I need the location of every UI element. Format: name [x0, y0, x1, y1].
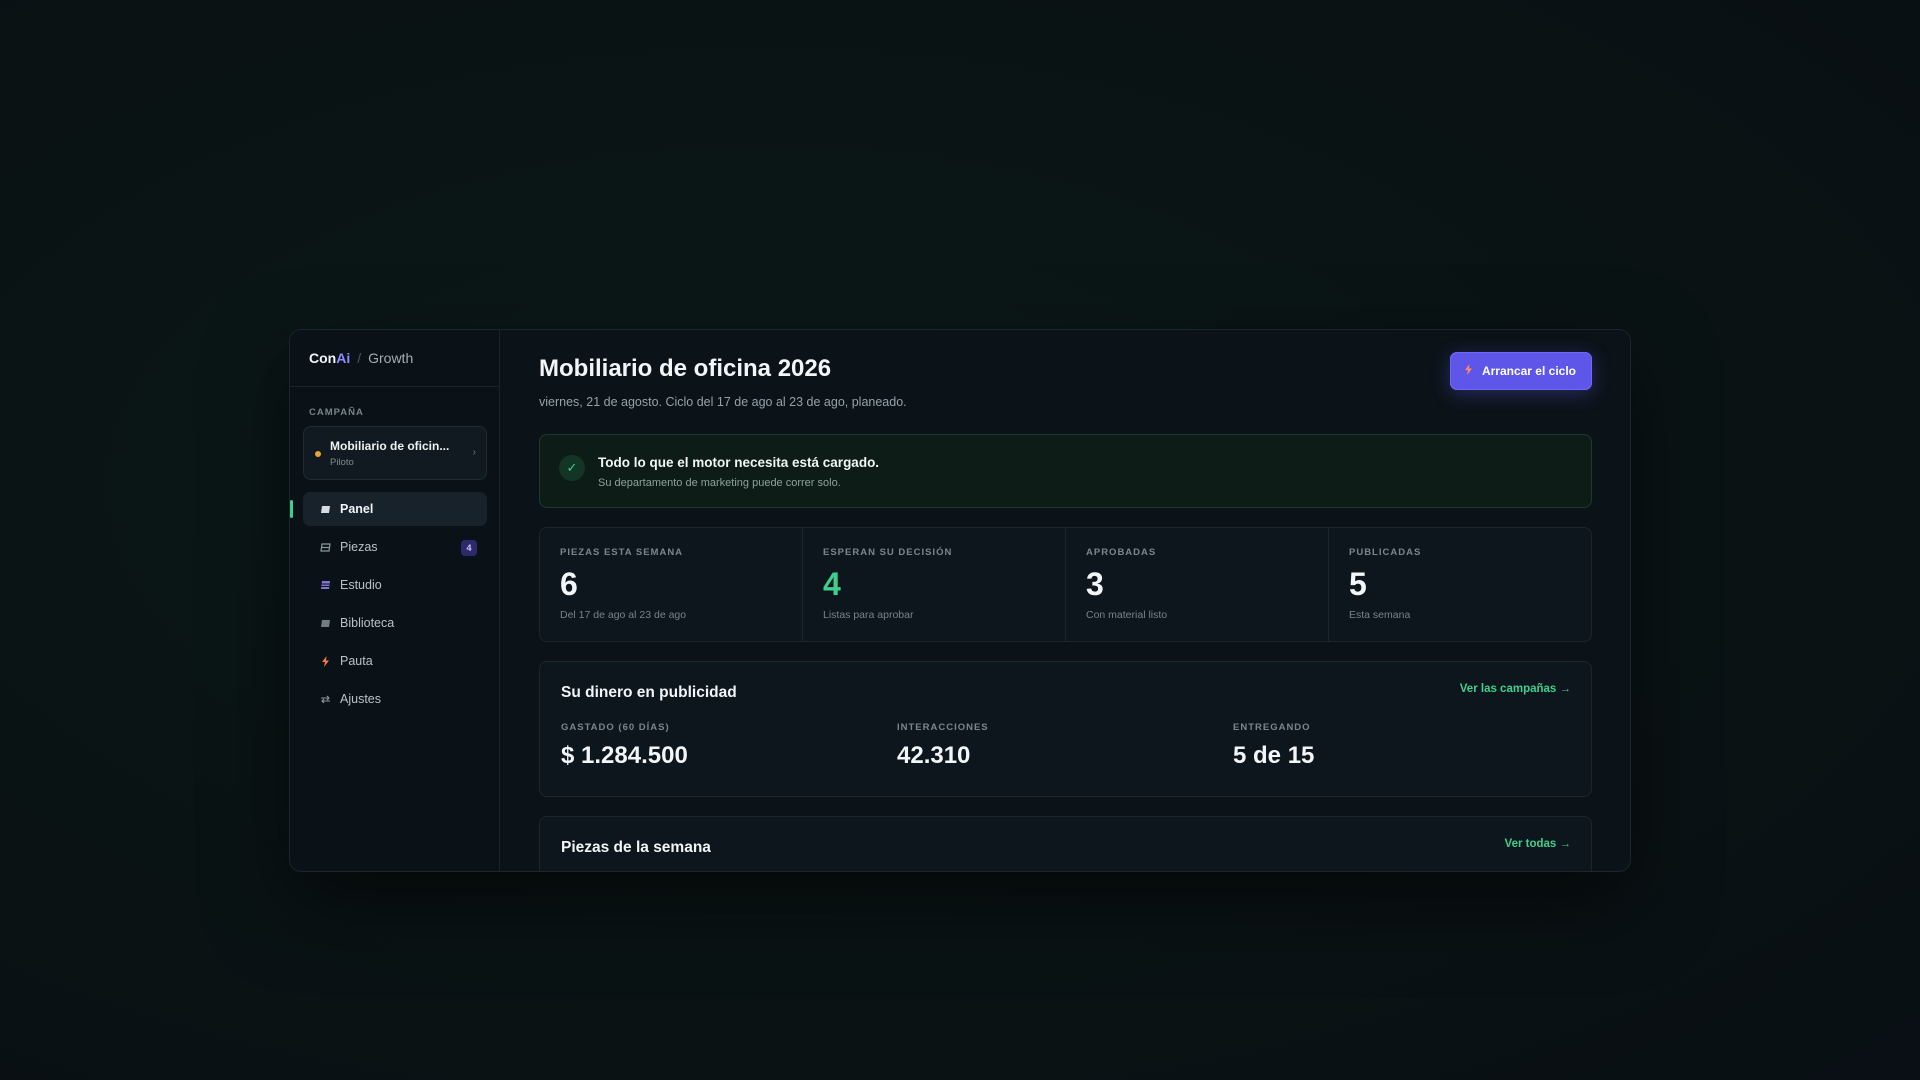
- logo-con[interactable]: Con: [309, 350, 336, 366]
- stat-card: PUBLICADAS 5 Esta semana: [1329, 528, 1591, 641]
- ad-spend-title: Su dinero en publicidad: [561, 684, 737, 701]
- brand-separator: /: [357, 350, 362, 366]
- settings-icon: [317, 695, 333, 704]
- stats-row: PIEZAS ESTA SEMANA 6 Del 17 de ago al 23…: [539, 527, 1592, 642]
- stat-label: ESPERAN SU DECISIÓN: [823, 547, 953, 558]
- start-cycle-label: Arrancar el ciclo: [1481, 364, 1576, 378]
- page-subtitle: viernes, 21 de agosto. Ciclo del 17 de a…: [539, 395, 907, 409]
- metric-value: 42.310: [897, 742, 971, 769]
- sidebar-item-piezas[interactable]: Piezas 4: [303, 530, 487, 564]
- campaign-section-label: CAMPAÑA: [309, 407, 364, 418]
- metric-label: GASTADO (60 DÍAS): [561, 722, 670, 733]
- pieces-icon: [317, 542, 333, 552]
- stat-card: APROBADAS 3 Con material listo: [1066, 528, 1329, 641]
- stat-card: ESPERAN SU DECISIÓN 4 Listas para aproba…: [803, 528, 1066, 641]
- sidebar-item-biblioteca[interactable]: Biblioteca: [303, 606, 487, 640]
- bolt-icon: [317, 655, 333, 667]
- sidebar-item-label: Estudio: [340, 578, 382, 592]
- metric-interactions: INTERACCIONES 42.310: [897, 722, 989, 770]
- metric-label: INTERACCIONES: [897, 722, 989, 733]
- sidebar-item-panel[interactable]: Panel: [290, 492, 487, 526]
- sidebar-item-label: Pauta: [340, 654, 373, 668]
- stat-value: 5: [1349, 566, 1367, 602]
- stat-subtext: Con material listo: [1086, 609, 1168, 621]
- stat-subtext: Del 17 de ago al 23 de ago: [560, 609, 687, 621]
- ad-spend-card: Su dinero en publicidad Ver las campañas…: [539, 661, 1592, 797]
- sidebar-nav: Panel Piezas 4 Estudio Biblioteca Pauta …: [290, 492, 499, 716]
- status-alert: ✓ Todo lo que el motor necesita está car…: [539, 434, 1592, 508]
- stat-subtext: Esta semana: [1349, 609, 1411, 621]
- stat-label: APROBADAS: [1086, 547, 1157, 558]
- sidebar-item-estudio[interactable]: Estudio: [303, 568, 487, 602]
- app-window: Con Ai / Growth CAMPAÑA Mobiliario de ofi…: [289, 329, 1631, 872]
- stat-card: PIEZAS ESTA SEMANA 6 Del 17 de ago al 23…: [540, 528, 803, 641]
- bolt-icon: [1464, 364, 1473, 378]
- panel-icon: [317, 505, 333, 514]
- stat-value: 4: [823, 566, 841, 602]
- start-cycle-button[interactable]: Arrancar el ciclo: [1449, 352, 1592, 390]
- metric-label: ENTREGANDO: [1233, 722, 1311, 733]
- sidebar-item-label: Piezas: [340, 540, 378, 554]
- studio-icon: [317, 580, 333, 590]
- check-icon: ✓: [559, 455, 585, 481]
- logo-ai[interactable]: Ai: [336, 350, 350, 366]
- view-all-link[interactable]: Ver todas →: [1505, 838, 1571, 850]
- metric-delivering: ENTREGANDO 5 de 15: [1233, 722, 1314, 770]
- alert-title: Todo lo que el motor necesita está carga…: [598, 455, 880, 470]
- metric-value: 5 de 15: [1233, 742, 1315, 769]
- sidebar-item-label: Ajustes: [340, 692, 381, 706]
- sidebar-item-label: Biblioteca: [340, 616, 395, 630]
- weekly-pieces-title: Piezas de la semana: [561, 839, 711, 856]
- product-name: Growth: [368, 350, 414, 366]
- sidebar-item-pauta[interactable]: Pauta: [303, 644, 487, 678]
- stat-label: PUBLICADAS: [1349, 547, 1422, 558]
- campaign-name: Mobiliario de oficin...: [330, 439, 450, 453]
- pieces-count-badge: 4: [461, 540, 477, 556]
- page-title: Mobiliario de oficina 2026: [539, 355, 832, 382]
- stat-value: 6: [560, 566, 578, 602]
- chevron-right-icon: ›: [472, 447, 476, 458]
- metric-value: $ 1.284.500: [561, 742, 688, 769]
- sidebar-item-label: Panel: [340, 502, 374, 516]
- alert-subtitle: Su departamento de marketing puede corre…: [598, 477, 841, 489]
- weekly-pieces-card: Piezas de la semana Ver todas →: [539, 816, 1592, 871]
- library-icon: [317, 619, 333, 628]
- view-campaigns-link[interactable]: Ver las campañas →: [1460, 683, 1571, 695]
- metric-spent: GASTADO (60 DÍAS) $ 1.284.500: [561, 722, 688, 770]
- sidebar-item-ajustes[interactable]: Ajustes: [303, 682, 487, 716]
- sidebar: Con Ai / Growth CAMPAÑA Mobiliario de ofi…: [290, 330, 500, 871]
- main-content: Mobiliario de oficina 2026 viernes, 21 d…: [500, 330, 1630, 871]
- campaign-status-dot: [315, 451, 321, 457]
- stat-label: PIEZAS ESTA SEMANA: [560, 547, 684, 558]
- brand-header: Con Ai / Growth: [290, 330, 499, 387]
- campaign-status: Piloto: [330, 457, 354, 468]
- stat-value: 3: [1086, 566, 1104, 602]
- stat-subtext: Listas para aprobar: [823, 609, 914, 621]
- campaign-selector[interactable]: Mobiliario de oficin... Piloto ›: [303, 426, 487, 480]
